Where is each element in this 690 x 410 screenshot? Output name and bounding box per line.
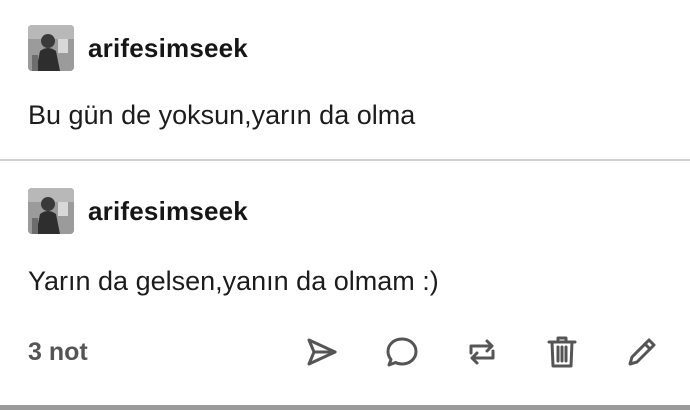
reblog-button[interactable] [462, 332, 502, 372]
post-text: Bu gün de yoksun,yarın da olma [28, 100, 416, 130]
edit-button[interactable] [622, 332, 662, 372]
post-text: Yarın da gelsen,yanın da olmam :) [28, 266, 439, 296]
avatar[interactable] [28, 25, 74, 71]
post-reply: arifesimseek Yarın da gelsen,yanın da ol… [0, 162, 690, 406]
avatar[interactable] [28, 188, 74, 234]
send-icon [307, 338, 337, 366]
comment-icon [386, 337, 418, 367]
bottom-border [0, 405, 690, 410]
username[interactable]: arifesimseek [88, 196, 248, 227]
edit-icon [628, 338, 656, 366]
send-button[interactable] [302, 332, 342, 372]
delete-button[interactable] [542, 332, 582, 372]
username[interactable]: arifesimseek [88, 33, 248, 64]
delete-icon [547, 336, 577, 368]
comment-button[interactable] [382, 332, 422, 372]
post-actions [302, 332, 662, 372]
post-original: arifesimseek Bu gün de yoksun,yarın da o… [0, 0, 690, 160]
post-footer: 3 not [28, 332, 662, 372]
post-header: arifesimseek [28, 188, 248, 234]
reblog-icon [469, 339, 495, 365]
divider [0, 159, 690, 161]
post-header: arifesimseek [28, 25, 248, 71]
notes-count[interactable]: 3 not [28, 338, 88, 367]
